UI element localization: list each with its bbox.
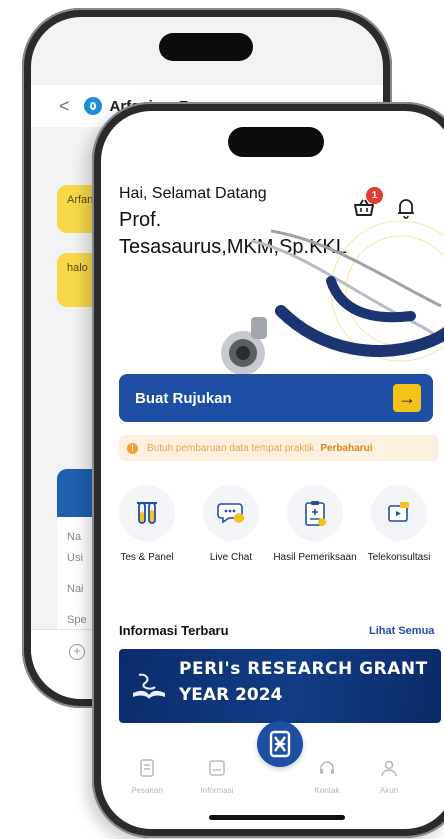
research-grant-banner[interactable]: PERI's RESEARCH GRANT YEAR 2024 (119, 649, 441, 723)
update-link[interactable]: Perbaharui (320, 443, 372, 454)
create-referral-label: Buat Rujukan (135, 389, 232, 407)
nav-akun[interactable]: Akun (359, 759, 419, 795)
create-referral-button[interactable]: Buat Rujukan → (119, 374, 433, 422)
chat-bubble-icon (217, 503, 244, 524)
cart-count-badge: 1 (366, 187, 383, 204)
nav-label: Akun (379, 786, 399, 795)
video-consult-icon (388, 502, 409, 522)
menu-hasil-pemeriksaan[interactable]: Hasil Pemeriksaan (273, 485, 357, 564)
warning-icon: ! (127, 442, 138, 454)
orders-icon (140, 759, 154, 777)
home-logo-button[interactable] (257, 721, 303, 767)
user-avatar-icon (83, 97, 102, 115)
home-indicator (209, 815, 345, 820)
nav-pesanan[interactable]: Pesanan (117, 759, 177, 795)
bell-icon[interactable] (397, 197, 415, 219)
headset-icon (320, 761, 334, 774)
test-tubes-icon (137, 502, 157, 524)
dynamic-island (228, 127, 324, 157)
greeting-text: Hai, Selamat Datang (119, 185, 267, 202)
nav-informasi[interactable]: Informasi (187, 759, 247, 795)
feature-menu: Tes & Panel Live Chat Hasil Pemeriksaan … (105, 485, 444, 595)
home-screen: Hai, Selamat Datang Prof. Tesasaurus,MKM… (101, 111, 444, 829)
user-icon (381, 760, 397, 777)
menu-label: Tes & Panel (120, 552, 174, 563)
practice-update-notice: ! Butuh pembaruan data tempat praktik Pe… (119, 435, 439, 461)
banner-subtitle: YEAR 2024 (179, 685, 283, 705)
menu-telekonsultasi[interactable]: Telekonsultasi (357, 485, 441, 564)
arrow-right-icon: → (393, 384, 421, 412)
menu-tes-panel[interactable]: Tes & Panel (105, 485, 189, 564)
back-chevron-icon[interactable]: < (59, 96, 70, 117)
menu-label: Telekonsultasi (367, 552, 431, 563)
open-book-icon (133, 673, 165, 699)
nav-label: Informasi (200, 786, 234, 795)
dynamic-island (159, 33, 253, 61)
see-all-link[interactable]: Lihat Semua (369, 625, 434, 637)
nav-label: Pesanan (131, 786, 163, 795)
front-phone-frame: Hai, Selamat Datang Prof. Tesasaurus,MKM… (92, 102, 444, 838)
menu-label: Hasil Pemeriksaan (273, 552, 357, 563)
nav-label: Kontak (314, 786, 340, 795)
nav-kontak[interactable]: Kontak (297, 759, 357, 795)
app-logo-icon (269, 730, 291, 758)
notice-text: Butuh pembaruan data tempat praktik (147, 442, 315, 454)
menu-label: Live Chat (209, 552, 253, 563)
clipboard-icon (305, 501, 326, 526)
news-icon (209, 760, 225, 776)
menu-live-chat[interactable]: Live Chat (189, 485, 273, 564)
banner-title: PERI's RESEARCH GRANT (179, 659, 428, 679)
info-section-title: Informasi Terbaru (119, 623, 229, 638)
add-attachment-icon[interactable]: + (69, 644, 85, 660)
